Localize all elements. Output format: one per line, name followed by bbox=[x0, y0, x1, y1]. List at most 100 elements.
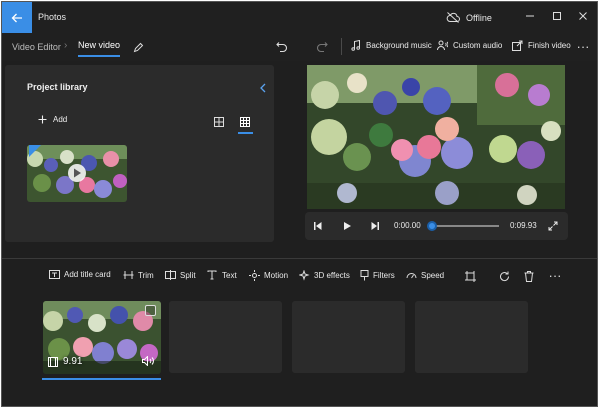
offline-label: Offline bbox=[466, 12, 492, 23]
plus-icon bbox=[38, 115, 47, 124]
minimize-icon bbox=[526, 15, 534, 17]
maximize-button[interactable] bbox=[547, 8, 567, 24]
more-horizontal-icon: ··· bbox=[548, 268, 562, 283]
flower-thumbnail-image bbox=[27, 145, 127, 202]
library-video-thumbnail[interactable] bbox=[27, 145, 127, 202]
section-divider bbox=[2, 258, 597, 259]
film-icon bbox=[48, 357, 58, 367]
add-media-button[interactable]: Add bbox=[38, 115, 67, 124]
title-card-icon bbox=[49, 270, 60, 279]
clip-select-checkbox[interactable] bbox=[145, 305, 156, 316]
flower-preview-image bbox=[307, 65, 565, 209]
motion-icon bbox=[249, 270, 260, 281]
text-label: Text bbox=[222, 270, 237, 280]
motion-label: Motion bbox=[264, 271, 289, 280]
editor-toolbar: Video Editor › New video Background musi… bbox=[2, 33, 597, 61]
app-title: Photos bbox=[38, 12, 67, 22]
redo-button[interactable] bbox=[313, 38, 331, 56]
play-icon bbox=[344, 222, 351, 230]
background-music-button[interactable]: Background music bbox=[351, 40, 432, 51]
video-preview[interactable] bbox=[307, 65, 565, 209]
storyboard-more-button[interactable]: ··· bbox=[547, 268, 563, 284]
add-title-card-label: Add title card bbox=[64, 270, 111, 279]
empty-storyboard-slot[interactable] bbox=[292, 301, 405, 373]
trim-icon bbox=[123, 271, 134, 279]
finish-video-label: Finish video bbox=[528, 41, 571, 50]
undo-button[interactable] bbox=[273, 38, 291, 56]
3d-effects-label: 3D effects bbox=[314, 271, 350, 280]
storyboard: 9.91 bbox=[2, 298, 597, 388]
empty-storyboard-slot[interactable] bbox=[415, 301, 528, 373]
rotate-button[interactable] bbox=[496, 268, 512, 284]
filter-icon bbox=[360, 270, 369, 281]
fullscreen-button[interactable] bbox=[546, 219, 560, 233]
timeline-scrubber[interactable] bbox=[433, 225, 499, 227]
undo-icon bbox=[276, 42, 288, 53]
add-title-card-button[interactable]: Add title card bbox=[49, 270, 111, 279]
filters-button[interactable]: Filters bbox=[360, 270, 395, 281]
chevron-left-icon bbox=[260, 83, 266, 93]
breadcrumb-video-editor[interactable]: Video Editor bbox=[12, 42, 61, 52]
total-duration: 0:09.93 bbox=[510, 221, 537, 230]
minimize-button[interactable] bbox=[520, 8, 540, 24]
text-icon bbox=[207, 270, 217, 280]
back-button[interactable] bbox=[2, 2, 32, 33]
custom-audio-label: Custom audio bbox=[453, 41, 503, 50]
next-frame-button[interactable] bbox=[368, 219, 382, 233]
clip-duration: 9.91 bbox=[63, 356, 83, 367]
large-grid-view-button[interactable] bbox=[212, 115, 226, 129]
view-selected-indicator bbox=[238, 132, 253, 134]
rename-button[interactable] bbox=[129, 38, 147, 56]
crop-button[interactable] bbox=[462, 268, 478, 284]
text-button[interactable]: Text bbox=[207, 270, 237, 280]
trash-icon bbox=[524, 270, 534, 282]
more-options-button[interactable]: ··· bbox=[574, 38, 592, 56]
export-icon bbox=[512, 40, 523, 51]
project-title[interactable]: New video bbox=[78, 40, 121, 57]
split-label: Split bbox=[180, 270, 196, 280]
rotate-icon bbox=[499, 271, 509, 281]
speed-button[interactable]: Speed bbox=[406, 270, 444, 280]
expand-icon bbox=[548, 221, 558, 231]
audio-person-icon bbox=[437, 40, 448, 51]
redo-icon bbox=[316, 42, 328, 53]
grid-small-icon bbox=[240, 117, 250, 127]
play-button[interactable] bbox=[340, 219, 354, 233]
step-back-icon bbox=[314, 222, 322, 230]
speedometer-icon bbox=[406, 273, 417, 279]
title-bar: Photos Offline bbox=[2, 2, 597, 33]
collapse-library-button[interactable] bbox=[259, 80, 267, 98]
grid-large-icon bbox=[214, 117, 224, 127]
trim-label: Trim bbox=[138, 270, 154, 280]
split-button[interactable]: Split bbox=[165, 270, 196, 280]
playback-controls: 0:00.00 0:09.93 bbox=[305, 212, 568, 240]
filters-label: Filters bbox=[373, 271, 395, 280]
music-note-icon bbox=[351, 40, 360, 51]
maximize-icon bbox=[553, 12, 561, 20]
delete-button[interactable] bbox=[521, 268, 537, 284]
more-horizontal-icon: ··· bbox=[576, 39, 590, 54]
pencil-icon bbox=[133, 42, 143, 52]
toolbar-divider bbox=[341, 38, 342, 55]
previous-frame-button[interactable] bbox=[311, 219, 325, 233]
empty-storyboard-slot[interactable] bbox=[169, 301, 282, 373]
storyboard-clip[interactable]: 9.91 bbox=[43, 301, 161, 374]
photos-app-window: Photos Offline Video Editor › New video bbox=[1, 1, 598, 407]
finish-video-button[interactable]: Finish video bbox=[512, 40, 571, 51]
arrow-left-icon bbox=[11, 13, 22, 22]
close-button[interactable] bbox=[573, 8, 593, 24]
split-icon bbox=[165, 270, 176, 280]
trim-button[interactable]: Trim bbox=[123, 270, 154, 280]
3d-effects-button[interactable]: 3D effects bbox=[299, 270, 350, 281]
close-icon bbox=[579, 12, 587, 20]
project-library-title: Project library bbox=[27, 82, 88, 92]
scrubber-handle[interactable] bbox=[427, 221, 437, 231]
offline-status[interactable]: Offline bbox=[446, 12, 492, 23]
small-grid-view-button[interactable] bbox=[238, 115, 252, 129]
crop-icon bbox=[464, 270, 476, 282]
custom-audio-button[interactable]: Custom audio bbox=[437, 40, 502, 51]
motion-button[interactable]: Motion bbox=[249, 270, 288, 281]
chevron-right-icon: › bbox=[64, 40, 68, 51]
current-time: 0:00.00 bbox=[394, 221, 421, 230]
volume-icon[interactable] bbox=[142, 356, 154, 366]
